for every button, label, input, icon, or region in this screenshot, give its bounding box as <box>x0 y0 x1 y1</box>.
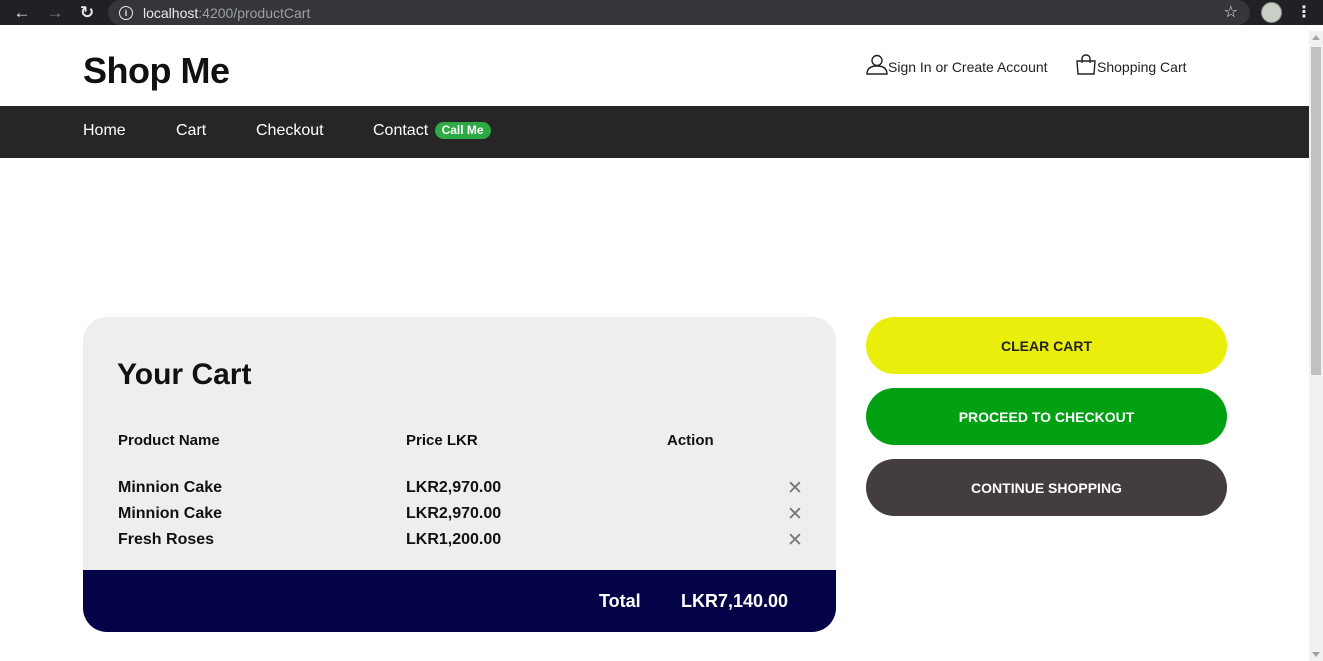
address-bar[interactable]: i localhost:4200/productCart ☆ <box>108 0 1250 25</box>
clear-cart-button[interactable]: CLEAR CART <box>866 317 1227 374</box>
site-info-icon[interactable]: i <box>119 5 133 20</box>
product-name: Fresh Roses <box>118 531 215 548</box>
browser-toolbar: ← → ↻ i localhost:4200/productCart ☆ ⋮ <box>0 0 1323 25</box>
page-scrollbar[interactable] <box>1309 31 1323 661</box>
sign-in-link[interactable]: Sign In or Create Account <box>866 54 1048 75</box>
product-price: LKR1,200.00 <box>406 531 502 548</box>
continue-shopping-button[interactable]: CONTINUE SHOPPING <box>866 459 1227 516</box>
url-text: localhost:4200/productCart <box>143 5 310 21</box>
shopping-cart-link-label: Shopping Cart <box>1097 59 1187 75</box>
forward-arrow-icon[interactable]: → <box>43 0 67 25</box>
call-me-badge[interactable]: Call Me <box>434 122 491 139</box>
column-header-product: Product Name <box>118 432 220 449</box>
url-path: :4200/productCart <box>198 4 311 21</box>
total-label: Total <box>599 591 641 611</box>
shopping-cart-link[interactable]: Shopping Cart <box>1075 54 1187 75</box>
product-price: LKR2,970.00 <box>406 505 502 522</box>
column-header-action: Action <box>667 432 714 449</box>
scrollbar-thumb[interactable] <box>1311 47 1321 375</box>
cart-row: Fresh Roses LKR1,200.00 ✕ <box>83 529 836 557</box>
proceed-to-checkout-button[interactable]: PROCEED TO CHECKOUT <box>866 388 1227 445</box>
site-logo-text[interactable]: Shop Me <box>83 50 230 92</box>
scroll-down-arrow-icon[interactable] <box>1312 652 1320 657</box>
product-name: Minnion Cake <box>118 505 223 522</box>
user-icon <box>866 54 888 75</box>
main-navbar: Home Cart Checkout Contact Call Me <box>0 106 1309 158</box>
column-header-price: Price LKR <box>406 432 478 449</box>
sign-in-link-label: Sign In or Create Account <box>888 59 1048 75</box>
cart-title: Your Cart <box>117 358 252 391</box>
scroll-up-arrow-icon[interactable] <box>1312 35 1320 40</box>
total-value: LKR7,140.00 <box>681 591 789 611</box>
remove-item-icon[interactable]: ✕ <box>787 477 803 500</box>
cart-panel: Your Cart Product Name Price LKR Action … <box>83 317 836 632</box>
product-price: LKR2,970.00 <box>406 479 502 496</box>
cart-row: Minnion Cake LKR2,970.00 ✕ <box>83 477 836 505</box>
nav-home[interactable]: Home <box>83 106 126 158</box>
browser-menu-icon[interactable]: ⋮ <box>1296 0 1312 25</box>
cart-row: Minnion Cake LKR2,970.00 ✕ <box>83 503 836 531</box>
bookmark-star-icon[interactable]: ☆ <box>1224 0 1238 25</box>
cart-total-bar: Total LKR7,140.00 <box>83 570 836 632</box>
reload-icon[interactable]: ↻ <box>75 0 99 25</box>
profile-avatar[interactable] <box>1261 2 1282 23</box>
nav-checkout[interactable]: Checkout <box>256 106 324 158</box>
nav-contact[interactable]: Contact Call Me <box>373 106 491 158</box>
url-host: localhost <box>143 4 199 21</box>
back-arrow-icon[interactable]: ← <box>10 0 34 25</box>
nav-cart[interactable]: Cart <box>176 106 206 158</box>
nav-contact-label: Contact <box>373 122 429 139</box>
shopping-bag-icon <box>1076 54 1096 75</box>
remove-item-icon[interactable]: ✕ <box>787 503 803 526</box>
product-name: Minnion Cake <box>118 479 223 496</box>
remove-item-icon[interactable]: ✕ <box>787 529 803 552</box>
